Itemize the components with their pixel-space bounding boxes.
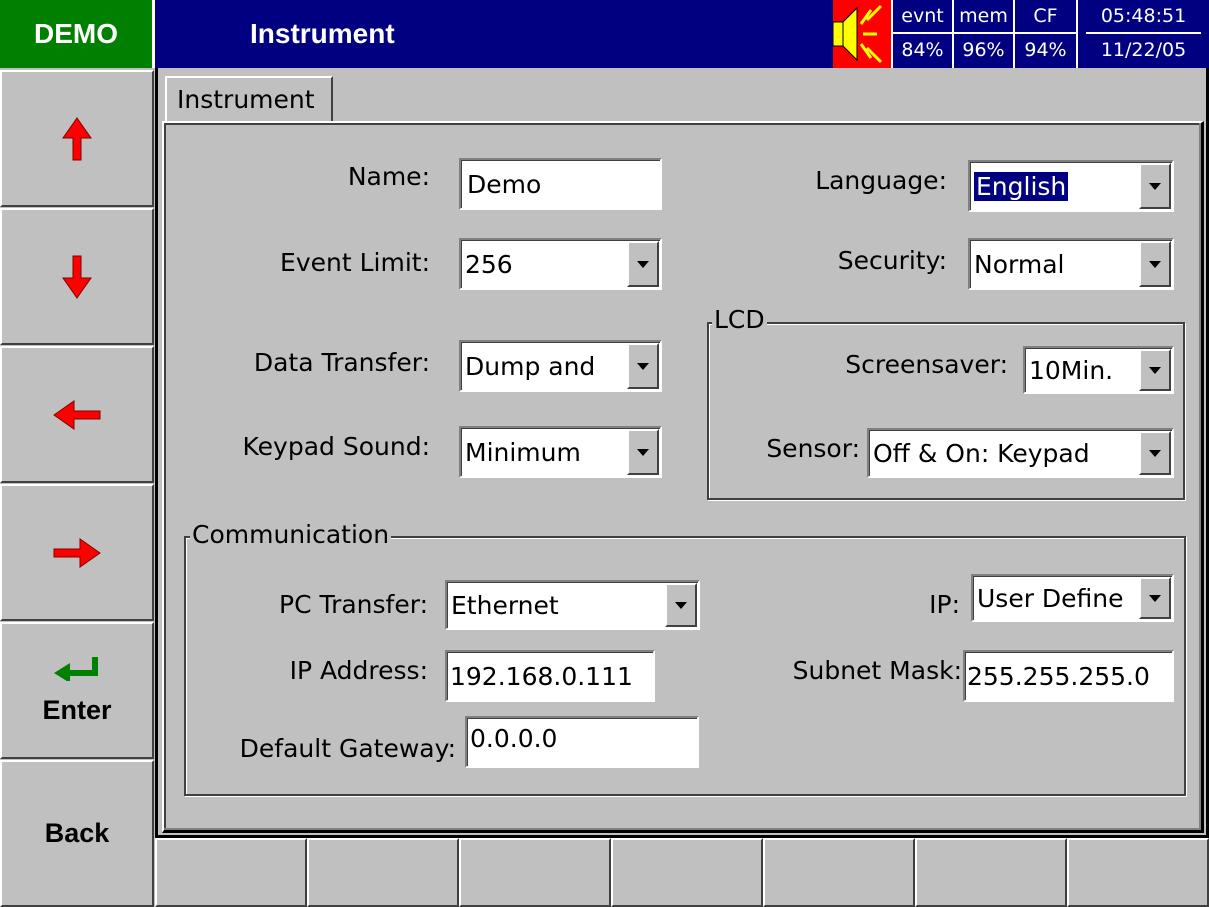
tab-label: Instrument [177,85,315,114]
arrow-up-icon [62,116,92,160]
left-button[interactable] [0,346,154,483]
pc-transfer-label: PC Transfer: [279,590,428,619]
default-gateway-field[interactable]: 0.0.0.0 [465,716,699,768]
event-status: evnt 84% [891,0,952,68]
event-limit-value: 256 [465,249,513,279]
data-transfer-select[interactable]: Dump and [459,340,662,392]
chevron-down-icon[interactable] [627,241,659,287]
communication-group-title: Communication [190,520,392,549]
back-label: Back [44,818,110,848]
clock: 05:48:51 11/22/05 [1076,0,1209,68]
ip-select[interactable]: User Define [971,574,1174,622]
pc-transfer-value: Ethernet [451,590,559,620]
keypad-sound-value: Minimum [465,437,581,467]
data-transfer-label: Data Transfer: [253,348,430,377]
security-select[interactable]: Normal [968,238,1174,290]
ip-value: User Define [977,583,1124,613]
keypad-sound-select[interactable]: Minimum [459,426,662,478]
cf-status-label: CF [1015,0,1076,34]
chevron-down-icon[interactable] [1139,241,1171,287]
data-transfer-value: Dump and [465,351,596,381]
arrow-right-icon [53,537,101,568]
speaker-alarm-icon[interactable] [832,0,891,68]
chevron-down-icon[interactable] [1139,163,1171,209]
cf-status-value: 94% [1024,39,1067,61]
function-button-1[interactable] [155,838,307,907]
sensor-value: Off & On: Keypad [873,438,1090,468]
event-status-label: evnt [893,0,952,34]
ip-label: IP: [929,590,960,619]
function-button-4[interactable] [611,838,763,907]
cf-status: CF 94% [1013,0,1076,68]
subnet-mask-field[interactable]: 255.255.255.0 [963,650,1174,702]
language-select[interactable]: English [968,160,1174,212]
sensor-select[interactable]: Off & On: Keypad [867,428,1174,478]
chevron-down-icon[interactable] [627,429,659,475]
tab-instrument[interactable]: Instrument [165,76,333,121]
pc-transfer-select[interactable]: Ethernet [445,580,700,630]
chevron-down-icon[interactable] [1139,577,1171,619]
memory-status-value: 96% [962,39,1005,61]
language-label: Language: [815,166,947,195]
enter-button[interactable]: Enter [0,622,154,759]
clock-time: 05:48:51 [1086,0,1201,34]
chevron-down-icon[interactable] [665,583,697,627]
function-button-7[interactable] [1067,838,1209,907]
screensaver-value: 10Min. [1029,355,1114,385]
keypad-sound-label: Keypad Sound: [242,432,430,461]
sensor-label: Sensor: [766,434,860,463]
event-limit-select[interactable]: 256 [459,238,662,290]
language-value: English [974,171,1069,201]
memory-status-label: mem [954,0,1013,34]
up-button[interactable] [0,70,154,207]
demo-badge: DEMO [0,0,155,68]
chevron-down-icon[interactable] [627,343,659,389]
enter-arrow-icon [54,657,98,681]
subnet-mask-label: Subnet Mask: [792,656,962,685]
function-button-6[interactable] [915,838,1067,907]
clock-date: 11/22/05 [1100,39,1187,61]
event-status-value: 84% [901,39,944,61]
back-button[interactable]: Back [0,760,154,907]
chevron-down-icon[interactable] [1139,349,1171,391]
function-button-5[interactable] [763,838,915,907]
enter-label: Enter [42,695,112,725]
screensaver-label: Screensaver: [845,350,1008,379]
event-limit-label: Event Limit: [280,248,430,277]
window-title: Instrument [155,0,833,68]
right-button[interactable] [0,484,154,621]
security-label: Security: [837,246,947,275]
name-field[interactable]: Demo [459,158,662,210]
arrow-down-icon [62,255,92,299]
security-value: Normal [974,249,1065,279]
ip-address-label: IP Address: [289,656,428,685]
function-button-2[interactable] [307,838,459,907]
language-value-cell: English [970,162,1138,210]
title-text: Instrument [250,18,395,49]
lcd-group-title: LCD [712,305,767,334]
chevron-down-icon[interactable] [1139,431,1171,475]
arrow-left-icon [53,399,101,430]
name-label: Name: [347,162,430,191]
screensaver-select[interactable]: 10Min. [1023,346,1174,394]
default-gateway-label: Default Gateway: [239,734,456,763]
ip-address-field[interactable]: 192.168.0.111 [445,650,655,702]
memory-status: mem 96% [952,0,1013,68]
function-button-3[interactable] [459,838,611,907]
down-button[interactable] [0,208,154,345]
